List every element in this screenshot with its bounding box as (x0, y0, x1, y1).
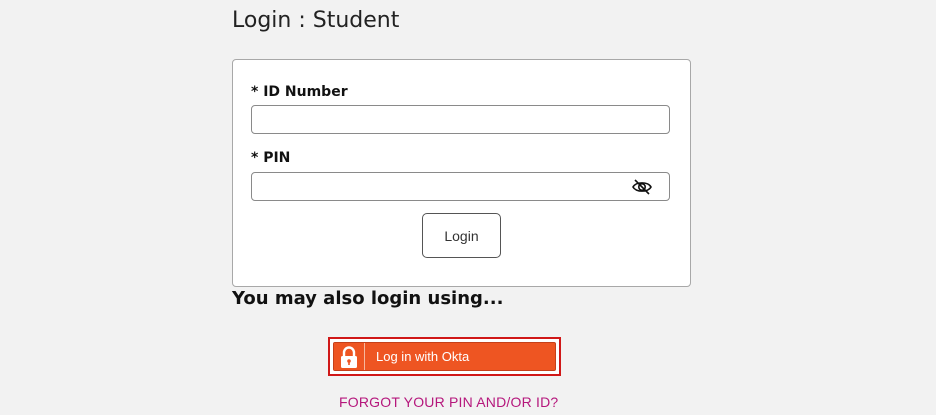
forgot-pin-id-link[interactable]: FORGOT YOUR PIN AND/OR ID? (339, 394, 558, 410)
eye-slash-icon[interactable] (631, 178, 653, 196)
lock-icon (334, 343, 365, 370)
okta-login-button[interactable]: Log in with Okta (333, 342, 556, 371)
pin-input[interactable] (251, 172, 670, 201)
alternate-login-heading: You may also login using... (232, 288, 504, 309)
okta-highlight-frame: Log in with Okta (328, 337, 561, 376)
login-panel: * ID Number * PIN Login (232, 59, 691, 287)
student-login-page: Login : Student * ID Number * PIN Login … (0, 0, 936, 415)
pin-label: * PIN (251, 150, 291, 166)
login-button[interactable]: Login (422, 213, 501, 258)
okta-login-label: Log in with Okta (376, 349, 470, 364)
page-title: Login : Student (232, 8, 400, 33)
id-number-input[interactable] (251, 105, 670, 134)
id-number-label: * ID Number (251, 84, 348, 100)
